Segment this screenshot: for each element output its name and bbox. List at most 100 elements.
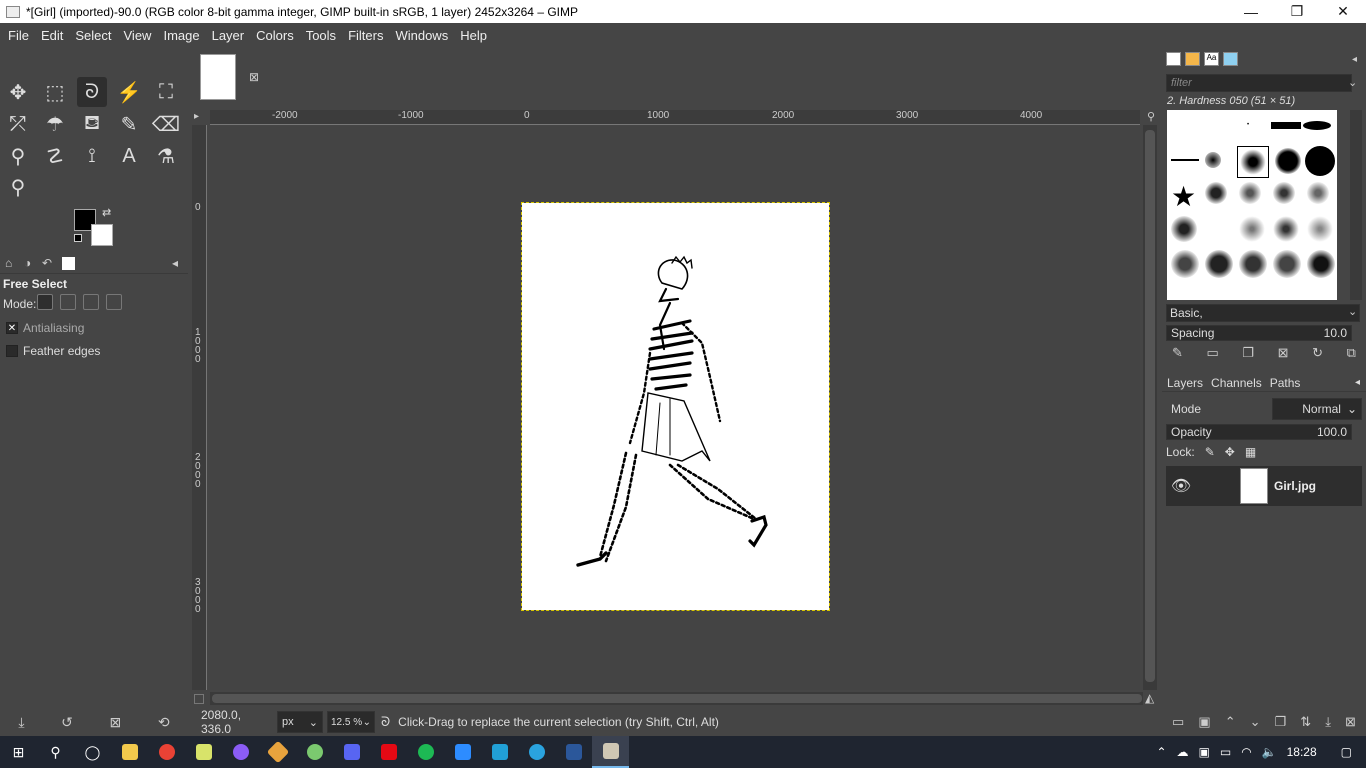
brush-cell[interactable] xyxy=(1205,152,1221,168)
antialiasing-checkbox[interactable]: ✕ xyxy=(6,322,18,334)
mode-subtract-button[interactable] xyxy=(83,294,99,310)
telegram-icon[interactable] xyxy=(518,736,555,768)
text-tool-icon[interactable]: A xyxy=(114,141,144,171)
lower-layer-icon[interactable]: ⌄ xyxy=(1250,714,1261,732)
menu-help[interactable]: Help xyxy=(454,28,493,43)
undo-history-tab-icon[interactable]: ↶ xyxy=(42,256,52,270)
navigation-icon[interactable]: ◭ xyxy=(1145,691,1154,705)
file-explorer-icon[interactable] xyxy=(111,736,148,768)
mode-intersect-button[interactable] xyxy=(106,294,122,310)
eraser-tool-icon[interactable]: ⌫ xyxy=(151,109,181,139)
brush-cell[interactable] xyxy=(1171,159,1199,161)
duplicate-layer-icon[interactable]: ❐ xyxy=(1275,714,1287,732)
wifi-icon[interactable]: ◠ xyxy=(1241,745,1251,759)
brush-preset-select[interactable]: Basic, xyxy=(1166,304,1360,322)
brush-cell[interactable] xyxy=(1171,216,1197,242)
brush-filter-input[interactable]: filter xyxy=(1166,74,1352,92)
reset-options-icon[interactable]: ⟲ xyxy=(158,714,170,731)
brush-cell[interactable]: • xyxy=(1247,122,1249,128)
brush-cell[interactable] xyxy=(1239,250,1267,278)
background-color-swatch[interactable] xyxy=(91,224,113,246)
save-options-icon[interactable]: ⤓ xyxy=(18,714,24,731)
quick-mask-menu-icon[interactable]: ▸ xyxy=(194,111,199,122)
feather-edges-checkbox[interactable] xyxy=(6,345,18,357)
word-icon[interactable] xyxy=(555,736,592,768)
windows-start-icon[interactable]: ⊞ xyxy=(0,736,37,768)
zoom-app-icon[interactable] xyxy=(444,736,481,768)
feather-edges-row[interactable]: Feather edges xyxy=(6,344,100,358)
antialiasing-row[interactable]: ✕ Antialiasing xyxy=(6,321,84,335)
lock-alpha-icon[interactable]: ▦ xyxy=(1245,445,1256,459)
color-app-icon[interactable] xyxy=(296,736,333,768)
brushes-tab-icon[interactable] xyxy=(1166,52,1181,66)
device-status-tab-icon[interactable]: ◑ xyxy=(24,256,31,270)
image-canvas[interactable] xyxy=(521,202,830,611)
navigate-image-icon[interactable] xyxy=(194,694,204,704)
brush-cell[interactable] xyxy=(1205,182,1227,204)
search-icon[interactable]: ⚲ xyxy=(37,736,74,768)
paintbrush-tool-icon[interactable]: ✎ xyxy=(114,109,144,139)
configure-tab-icon[interactable]: ◂ xyxy=(172,256,178,270)
clock[interactable]: 18:28 xyxy=(1287,745,1317,759)
layer-mode-select[interactable]: Normal ⌄ xyxy=(1272,398,1362,420)
anchor-layer-icon[interactable]: ⇅ xyxy=(1300,714,1311,732)
configure-dock-icon[interactable]: ◂ xyxy=(1352,54,1357,65)
chrome-icon[interactable] xyxy=(148,736,185,768)
patterns-tab-icon[interactable] xyxy=(1185,52,1200,66)
mode-add-button[interactable] xyxy=(60,294,76,310)
layer-name[interactable]: Girl.jpg xyxy=(1274,479,1316,493)
lock-position-icon[interactable]: ✥ xyxy=(1225,445,1235,459)
fonts-tab-icon[interactable]: Aa xyxy=(1204,52,1219,66)
menu-colors[interactable]: Colors xyxy=(250,28,300,43)
delete-brush-icon[interactable]: ⊠ xyxy=(1278,345,1289,363)
restore-options-icon[interactable]: ↺ xyxy=(61,714,73,731)
raise-layer-icon[interactable]: ⌃ xyxy=(1225,714,1236,732)
netflix-icon[interactable] xyxy=(370,736,407,768)
brush-cell[interactable] xyxy=(1273,216,1299,242)
chevron-down-icon[interactable]: ⌄ xyxy=(1348,76,1357,89)
menu-image[interactable]: Image xyxy=(157,28,205,43)
bucket-fill-tool-icon[interactable]: ⛾ xyxy=(77,109,107,139)
brush-cell[interactable] xyxy=(1171,250,1199,278)
crop-tool-icon[interactable]: ⛶ xyxy=(151,77,181,107)
chevron-down-icon[interactable]: ⌄ xyxy=(1348,305,1357,318)
brush-grid-scrollbar[interactable] xyxy=(1350,110,1362,300)
spacing-slider[interactable]: Spacing 10.0 xyxy=(1166,325,1352,341)
menu-edit[interactable]: Edit xyxy=(35,28,69,43)
discord-icon[interactable] xyxy=(333,736,370,768)
menu-file[interactable]: File xyxy=(2,28,35,43)
tab-paths[interactable]: Paths xyxy=(1270,376,1301,390)
onedrive-icon[interactable]: ☁ xyxy=(1177,745,1189,759)
warp-transform-tool-icon[interactable]: ☂ xyxy=(40,109,70,139)
new-brush-icon[interactable]: ▭ xyxy=(1207,345,1219,363)
volume-icon[interactable]: 🔈 xyxy=(1262,745,1277,759)
color-picker-tool-icon[interactable]: ⚗ xyxy=(151,141,181,171)
fuzzy-select-tool-icon[interactable]: ⚡ xyxy=(114,77,144,107)
configure-dock-icon[interactable]: ◂ xyxy=(1355,377,1360,388)
brush-cell[interactable] xyxy=(1275,148,1301,174)
document-history-tab-icon[interactable] xyxy=(1223,52,1238,66)
brush-cell-star[interactable]: ★ xyxy=(1171,180,1196,213)
notification-icon[interactable]: ▢ xyxy=(1341,745,1352,759)
brush-grid[interactable]: • ★ xyxy=(1167,110,1337,300)
brush-cell[interactable] xyxy=(1305,146,1335,176)
horizontal-scroll-thumb[interactable] xyxy=(212,694,1142,703)
unified-transform-tool-icon[interactable]: ⤱ xyxy=(3,109,33,139)
brush-cell[interactable] xyxy=(1273,182,1295,204)
brush-cell[interactable] xyxy=(1239,182,1261,204)
app-tray-icon[interactable]: ▣ xyxy=(1199,745,1210,759)
menu-windows[interactable]: Windows xyxy=(389,28,454,43)
delete-options-icon[interactable]: ⊠ xyxy=(110,714,122,731)
menu-tools[interactable]: Tools xyxy=(300,28,342,43)
merge-layer-icon[interactable]: ⤓ xyxy=(1325,714,1331,732)
opacity-slider[interactable]: Opacity 100.0 xyxy=(1166,424,1352,440)
tab-layers[interactable]: Layers xyxy=(1167,376,1203,390)
refresh-brushes-icon[interactable]: ↻ xyxy=(1312,345,1323,363)
chevron-up-icon[interactable]: ⌃ xyxy=(1156,745,1166,759)
clone-tool-icon[interactable]: ⚲ xyxy=(3,141,33,171)
tool-options-tab-icon[interactable]: ⌂ xyxy=(5,256,12,270)
horizontal-scrollbar[interactable] xyxy=(210,692,1143,705)
eye-icon[interactable]: 👁 xyxy=(1166,476,1196,496)
restore-button[interactable]: ❐ xyxy=(1274,0,1320,23)
spotify-icon[interactable] xyxy=(407,736,444,768)
